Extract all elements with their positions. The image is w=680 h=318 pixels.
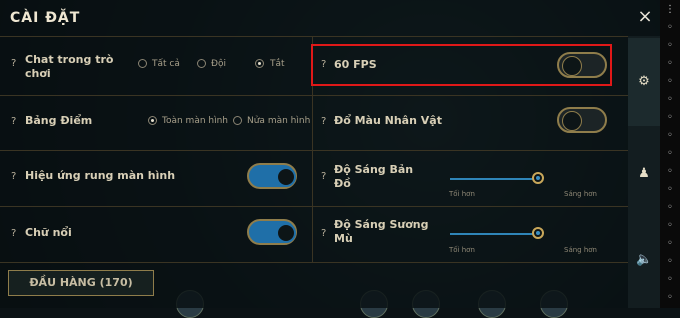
help-icon[interactable]: ? — [11, 171, 21, 183]
toolbar-icon[interactable]: ◦ — [664, 220, 676, 232]
fog-brightness-track — [450, 233, 538, 235]
fog-brightness-handle[interactable] — [532, 227, 544, 239]
toolbar-icon[interactable]: ◦ — [664, 202, 676, 214]
help-icon[interactable]: ? — [321, 59, 331, 71]
toolbar-icon[interactable]: ◦ — [664, 40, 676, 52]
fog-brightness-label: Độ Sáng Sương — [334, 218, 429, 231]
toolbar-icon[interactable]: ◦ — [664, 238, 676, 250]
help-icon[interactable]: ? — [11, 228, 21, 240]
map-brightness-max: Sáng hơn — [564, 190, 597, 198]
surrender-button[interactable]: ĐẦU HÀNG (170) — [8, 270, 154, 296]
toggle-knob — [276, 223, 296, 243]
map-brightness-min: Tối hơn — [449, 190, 475, 198]
radio-chat-off[interactable] — [255, 59, 264, 68]
floating-text-label: Chữ nổi — [25, 226, 72, 239]
toolbar-icon[interactable]: ◦ — [664, 112, 676, 124]
fog-brightness-label-line2: Mù — [334, 232, 353, 245]
divider — [0, 95, 628, 96]
person-icon[interactable]: ♟ — [636, 166, 652, 182]
shake-toggle[interactable] — [247, 163, 297, 189]
toolbar-icon[interactable]: ◦ — [664, 274, 676, 286]
toggle-knob — [562, 111, 582, 131]
toolbar-icon[interactable]: ◦ — [664, 58, 676, 70]
radio-scoreboard-full-label: Toàn màn hình — [162, 116, 229, 126]
help-icon[interactable]: ? — [11, 58, 21, 70]
shake-label: Hiệu ứng rung màn hình — [25, 169, 176, 182]
toolbar-icon[interactable]: ◦ — [664, 76, 676, 88]
char-color-toggle[interactable] — [557, 107, 607, 133]
toolbar-icon[interactable]: ◦ — [664, 292, 676, 304]
toggle-knob — [276, 167, 296, 187]
chat-label: Chat trong trò — [25, 53, 114, 66]
gear-icon[interactable]: ⚙ — [636, 74, 652, 90]
toolbar-icon[interactable]: ◦ — [664, 256, 676, 268]
fps60-toggle[interactable] — [557, 52, 607, 78]
toolbar-icon[interactable]: ⋮ — [664, 4, 676, 16]
map-brightness-label: Độ Sáng Bản — [334, 163, 414, 176]
speaker-icon[interactable]: 🔈 — [636, 252, 652, 268]
fog-brightness-max: Sáng hơn — [564, 246, 597, 254]
help-icon[interactable]: ? — [321, 116, 331, 128]
radio-chat-all[interactable] — [138, 59, 147, 68]
close-icon[interactable]: × — [636, 8, 654, 26]
help-icon[interactable]: ? — [11, 116, 21, 128]
divider — [0, 262, 628, 263]
toolbar-icon[interactable]: ◦ — [664, 94, 676, 106]
fps60-label: 60 FPS — [334, 58, 377, 71]
map-brightness-label-line2: Đồ — [334, 177, 351, 190]
help-icon[interactable]: ? — [321, 171, 331, 183]
divider — [0, 36, 628, 37]
toolbar-icon[interactable]: ◦ — [664, 148, 676, 160]
floating-text-toggle[interactable] — [247, 219, 297, 245]
chat-label-line2: chơi — [25, 67, 51, 80]
radio-chat-team[interactable] — [197, 59, 206, 68]
title-bar: CÀI ĐẶT × — [0, 0, 660, 36]
radio-scoreboard-full[interactable] — [148, 116, 157, 125]
divider — [0, 206, 628, 207]
toolbar-icon[interactable]: ◦ — [664, 184, 676, 196]
scoreboard-label: Bảng Điểm — [25, 114, 93, 127]
radio-chat-off-label: Tắt — [270, 59, 285, 69]
toolbar-icon[interactable]: ◦ — [664, 166, 676, 178]
map-brightness-track — [450, 178, 538, 180]
help-icon[interactable]: ? — [321, 228, 331, 240]
fog-brightness-min: Tối hơn — [449, 246, 475, 254]
toolbar-icon[interactable]: ◦ — [664, 22, 676, 34]
radio-scoreboard-half[interactable] — [233, 116, 242, 125]
radio-scoreboard-half-label: Nửa màn hình — [247, 116, 311, 126]
divider — [0, 150, 628, 151]
char-color-label: Đổ Màu Nhân Vật — [334, 114, 442, 127]
radio-chat-team-label: Đội — [211, 59, 226, 69]
toolbar-icon[interactable]: ◦ — [664, 130, 676, 142]
map-brightness-handle[interactable] — [532, 172, 544, 184]
toggle-knob — [562, 56, 582, 76]
dialog-title: CÀI ĐẶT — [10, 10, 81, 26]
radio-chat-all-label: Tất cả — [152, 59, 180, 69]
